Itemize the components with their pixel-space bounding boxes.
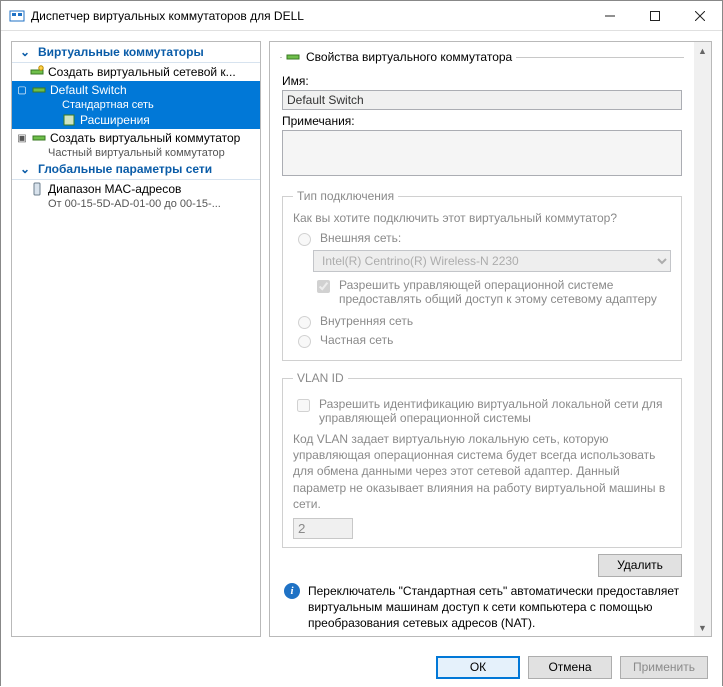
radio-private-label: Частная сеть	[320, 333, 393, 347]
connection-question: Как вы хотите подключить этот виртуальны…	[293, 211, 671, 225]
switch-new-icon	[30, 65, 44, 79]
tree-extensions[interactable]: Расширения	[12, 111, 260, 129]
app-icon	[9, 8, 25, 24]
tree-mac-range[interactable]: Диапазон MAC-адресов	[12, 180, 260, 198]
tree-item-label: Создать виртуальный коммутатор	[50, 131, 240, 145]
tree-create-switch-sub: Частный виртуальный коммутатор	[12, 147, 260, 159]
switch-icon	[32, 131, 46, 145]
maximize-button[interactable]	[632, 1, 677, 31]
section-virtual-switches: ⌄ Виртуальные коммутаторы	[12, 42, 260, 63]
mac-icon	[30, 182, 44, 196]
info-text: Переключатель "Стандартная сеть" автомат…	[308, 583, 680, 632]
scrollbar[interactable]: ▲ ▼	[694, 42, 711, 636]
legend-text: Свойства виртуального коммутатора	[306, 50, 512, 64]
allow-mgmt-checkbox	[317, 280, 330, 293]
switch-icon	[32, 83, 46, 97]
button-bar: ОК Отмена Применить	[1, 647, 722, 687]
extensions-icon	[62, 113, 76, 127]
tree-mac-range-sub: От 00-15-5D-AD-01-00 до 00-15-...	[12, 198, 260, 210]
chevron-down-icon: ⌄	[18, 162, 32, 176]
scroll-down-icon[interactable]: ▼	[694, 619, 711, 636]
tree-item-label: Расширения	[80, 113, 150, 127]
content-area: ⌄ Виртуальные коммутаторы Создать виртуа…	[1, 31, 722, 647]
cancel-button[interactable]: Отмена	[528, 656, 612, 679]
radio-internal-label: Внутренняя сеть	[320, 314, 413, 328]
scroll-up-icon[interactable]: ▲	[694, 42, 711, 59]
connection-type-legend: Тип подключения	[293, 189, 398, 203]
window-title: Диспетчер виртуальных коммутаторов для D…	[31, 9, 587, 23]
info-icon: i	[284, 583, 300, 599]
notes-textarea[interactable]	[282, 130, 682, 176]
connection-type-group: Тип подключения Как вы хотите подключить…	[282, 189, 682, 361]
collapse-icon[interactable]: ▢	[16, 85, 28, 96]
left-panel: ⌄ Виртуальные коммутаторы Создать виртуа…	[11, 41, 261, 637]
info-row: i Переключатель "Стандартная сеть" автом…	[282, 577, 682, 634]
right-panel: Свойства виртуального коммутатора Имя: П…	[269, 41, 712, 637]
section-label: Глобальные параметры сети	[38, 162, 212, 176]
tree-item-label: Диапазон MAC-адресов	[48, 182, 181, 196]
properties-legend: Свойства виртуального коммутатора	[282, 50, 516, 64]
vlan-enable-checkbox	[297, 399, 310, 412]
ok-button[interactable]: ОК	[436, 656, 520, 679]
radio-private	[298, 335, 311, 348]
chevron-down-icon: ⌄	[18, 45, 32, 59]
name-input[interactable]	[282, 90, 682, 110]
minimize-button[interactable]	[587, 1, 632, 31]
tree-item-label: Default Switch	[50, 83, 127, 97]
delete-button[interactable]: Удалить	[598, 554, 682, 577]
tree-item-label: Создать виртуальный сетевой к...	[48, 65, 236, 79]
tree-create-switch[interactable]: ▣ Создать виртуальный коммутатор	[12, 129, 260, 147]
titlebar: Диспетчер виртуальных коммутаторов для D…	[1, 1, 722, 31]
vlan-legend: VLAN ID	[293, 371, 348, 385]
close-button[interactable]	[677, 1, 722, 31]
notes-label: Примечания:	[282, 114, 682, 128]
name-label: Имя:	[282, 74, 682, 88]
vlan-id-input	[293, 518, 353, 539]
tree-new-virtual-switch[interactable]: Создать виртуальный сетевой к...	[12, 63, 260, 81]
vlan-enable-label: Разрешить идентификацию виртуальной лока…	[319, 397, 671, 425]
vlan-group: VLAN ID Разрешить идентификацию виртуаль…	[282, 371, 682, 548]
expand-icon[interactable]: ▣	[16, 133, 28, 144]
radio-internal	[298, 316, 311, 329]
adapter-select: Intel(R) Centrino(R) Wireless-N 2230	[313, 250, 671, 272]
tree-default-switch-sub: Стандартная сеть	[12, 99, 260, 111]
switch-icon	[286, 50, 300, 64]
apply-button[interactable]: Применить	[620, 656, 708, 679]
section-global-network: ⌄ Глобальные параметры сети	[12, 159, 260, 180]
section-label: Виртуальные коммутаторы	[38, 45, 204, 59]
radio-external	[298, 233, 311, 246]
vlan-description: Код VLAN задает виртуальную локальную се…	[293, 431, 671, 512]
allow-mgmt-label: Разрешить управляющей операционной систе…	[339, 278, 671, 306]
tree-default-switch[interactable]: ▢ Default Switch	[12, 81, 260, 99]
radio-external-label: Внешняя сеть:	[320, 231, 401, 245]
